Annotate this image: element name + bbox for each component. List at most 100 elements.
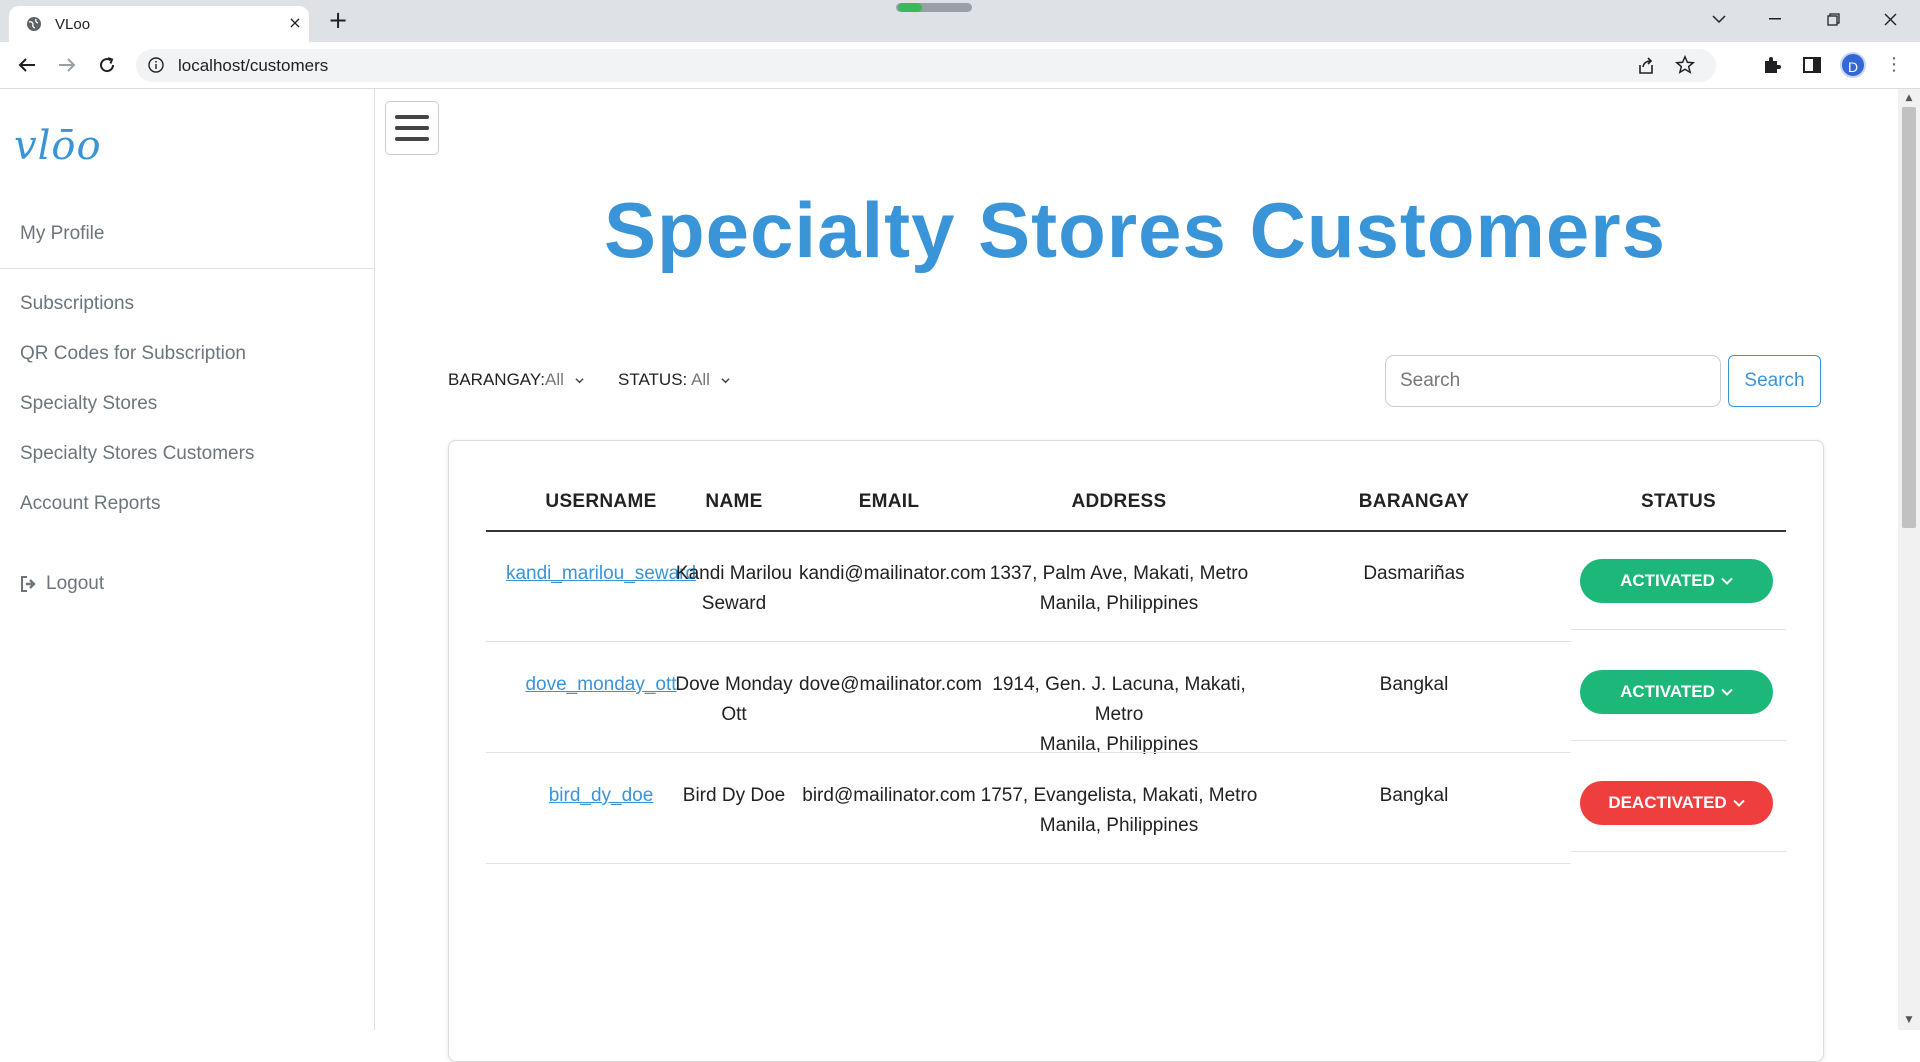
logout-link[interactable]: Logout	[20, 573, 104, 595]
name-line: Bird Dy Doe	[682, 785, 786, 806]
chevron-down-icon	[1721, 688, 1733, 696]
row-divider	[486, 641, 1571, 642]
table-row: dove_monday_ott Dove Monday Ott dove@mai…	[449, 643, 1823, 755]
row-divider	[486, 752, 1571, 753]
table-row: bird_dy_doe Bird Dy Doe bird@mailinator.…	[449, 754, 1823, 864]
barangay-cell: Bangkal	[1379, 785, 1449, 806]
url-text: localhost/customers	[178, 56, 329, 75]
scroll-down-icon[interactable]: ▼	[1904, 1015, 1914, 1025]
scrollbar-thumb[interactable]	[1902, 107, 1916, 528]
status-dropdown-activated[interactable]: ACTIVATED	[1580, 559, 1773, 603]
barangay-filter-value: All	[545, 370, 564, 389]
menu-icon[interactable]: ⋮	[1885, 53, 1903, 77]
address-line: 1757, Evangelista, Makati, Metro	[980, 785, 1258, 806]
address-line: Manila, Philippines	[1039, 815, 1199, 836]
profile-avatar[interactable]: D	[1840, 52, 1866, 78]
new-tab-button[interactable]: +	[324, 6, 352, 34]
table-row: kandi_marilou_seward Kandi Marilou Sewar…	[449, 532, 1823, 642]
close-window-icon[interactable]	[1862, 0, 1918, 38]
name-line: Dove Monday	[675, 674, 793, 695]
address-cell: 1757, Evangelista, Makati, Metro Manila,…	[979, 781, 1259, 841]
restore-icon[interactable]	[1805, 0, 1861, 38]
sidebar-item-account-reports[interactable]: Account Reports	[20, 493, 160, 515]
extensions-icon[interactable]	[1760, 53, 1784, 77]
browser-tab[interactable]: VLoo ×	[9, 6, 309, 42]
sidebar-divider	[0, 268, 374, 269]
name-cell: Kandi Marilou Seward	[669, 559, 799, 619]
name-line: Kandi Marilou	[675, 563, 793, 584]
vloo-logo[interactable]: vlōo	[14, 123, 102, 169]
page: vlōo My Profile Subscriptions QR Codes f…	[0, 89, 1920, 1062]
browser-toolbar: localhost/customers	[0, 42, 1920, 89]
logout-label: Logout	[46, 573, 105, 594]
hamburger-icon	[395, 115, 429, 119]
status-label: ACTIVATED	[1620, 571, 1715, 590]
info-icon[interactable]	[148, 57, 164, 73]
status-label: DEACTIVATED	[1608, 793, 1727, 812]
status-dropdown-activated[interactable]: ACTIVATED	[1580, 670, 1773, 714]
email-cell: kandi@mailinator.com	[799, 563, 987, 584]
name-line: Seward	[701, 593, 767, 614]
chevron-down-icon	[575, 378, 584, 384]
sidebar-toggle-button[interactable]	[385, 101, 439, 155]
minimize-icon[interactable]	[1747, 0, 1803, 38]
forward-icon[interactable]	[52, 50, 82, 80]
address-line: 1914, Gen. J. Lacuna, Makati, Metro	[992, 674, 1246, 725]
address-cell: 1914, Gen. J. Lacuna, Makati, Metro Mani…	[979, 670, 1259, 760]
sidebar-item-specialty-stores-customers[interactable]: Specialty Stores Customers	[20, 443, 254, 465]
chevron-down-icon	[1721, 577, 1733, 585]
tab-search-icon[interactable]	[1691, 0, 1747, 38]
column-header-status: STATUS	[1641, 491, 1716, 512]
side-panel-icon[interactable]	[1800, 53, 1824, 77]
status-filter-label: STATUS:	[618, 370, 688, 389]
tab-close-icon[interactable]: ×	[284, 12, 306, 34]
logout-icon	[21, 576, 36, 592]
browser-tab-strip: VLoo × +	[0, 0, 1920, 42]
sidebar-item-specialty-stores[interactable]: Specialty Stores	[20, 393, 157, 415]
page-title: Specialty Stores Customers	[603, 186, 1667, 274]
row-divider	[486, 863, 1571, 864]
chevron-down-icon	[721, 378, 730, 384]
customers-table-card: USERNAME NAME EMAIL ADDRESS BARANGAY STA…	[448, 440, 1824, 1062]
search-button[interactable]: Search	[1728, 355, 1821, 407]
search-input[interactable]	[1385, 355, 1721, 407]
address-cell: 1337, Palm Ave, Makati, Metro Manila, Ph…	[979, 559, 1259, 619]
status-filter-value: All	[691, 370, 710, 389]
name-cell: Bird Dy Doe	[669, 781, 799, 811]
column-header-name: NAME	[705, 491, 763, 512]
globe-icon	[27, 17, 41, 31]
address-bar[interactable]: localhost/customers	[136, 49, 1716, 82]
column-header-barangay: BARANGAY	[1358, 491, 1470, 512]
barangay-filter[interactable]: BARANGAY:All	[448, 370, 584, 390]
email-cell: dove@mailinator.com	[799, 674, 982, 695]
sidebar-item-subscriptions[interactable]: Subscriptions	[20, 293, 134, 315]
sidebar: vlōo My Profile Subscriptions QR Codes f…	[0, 89, 375, 1030]
star-icon[interactable]	[1674, 54, 1696, 76]
tab-loading-indicator	[896, 3, 972, 12]
name-cell: Dove Monday Ott	[669, 670, 799, 730]
row-divider	[1571, 629, 1786, 630]
chevron-down-icon	[1732, 799, 1745, 807]
barangay-filter-label: BARANGAY:	[448, 370, 545, 389]
sidebar-item-my-profile[interactable]: My Profile	[20, 223, 104, 245]
reload-icon[interactable]	[92, 50, 122, 80]
row-divider	[1571, 851, 1786, 852]
status-dropdown-deactivated[interactable]: DEACTIVATED	[1580, 781, 1773, 825]
address-line: Manila, Philippines	[1039, 593, 1199, 614]
row-divider	[1571, 740, 1786, 741]
name-line: Ott	[721, 704, 747, 725]
main-content: Specialty Stores Customers BARANGAY:All …	[375, 89, 1895, 1062]
share-icon[interactable]	[1636, 56, 1656, 76]
sidebar-item-qr-codes[interactable]: QR Codes for Subscription	[20, 343, 246, 365]
scroll-up-icon[interactable]: ▲	[1904, 93, 1914, 103]
column-header-address: ADDRESS	[1071, 491, 1167, 512]
page-scrollbar[interactable]: ▲ ▼	[1898, 89, 1920, 1030]
barangay-cell: Bangkal	[1379, 674, 1449, 695]
status-filter[interactable]: STATUS: All	[618, 370, 730, 390]
back-icon[interactable]	[12, 50, 42, 80]
email-cell: bird@mailinator.com	[802, 785, 976, 806]
address-line: 1337, Palm Ave, Makati, Metro	[989, 563, 1249, 584]
column-header-email: EMAIL	[858, 491, 920, 512]
tab-title: VLoo	[55, 16, 91, 33]
status-label: ACTIVATED	[1620, 682, 1715, 701]
